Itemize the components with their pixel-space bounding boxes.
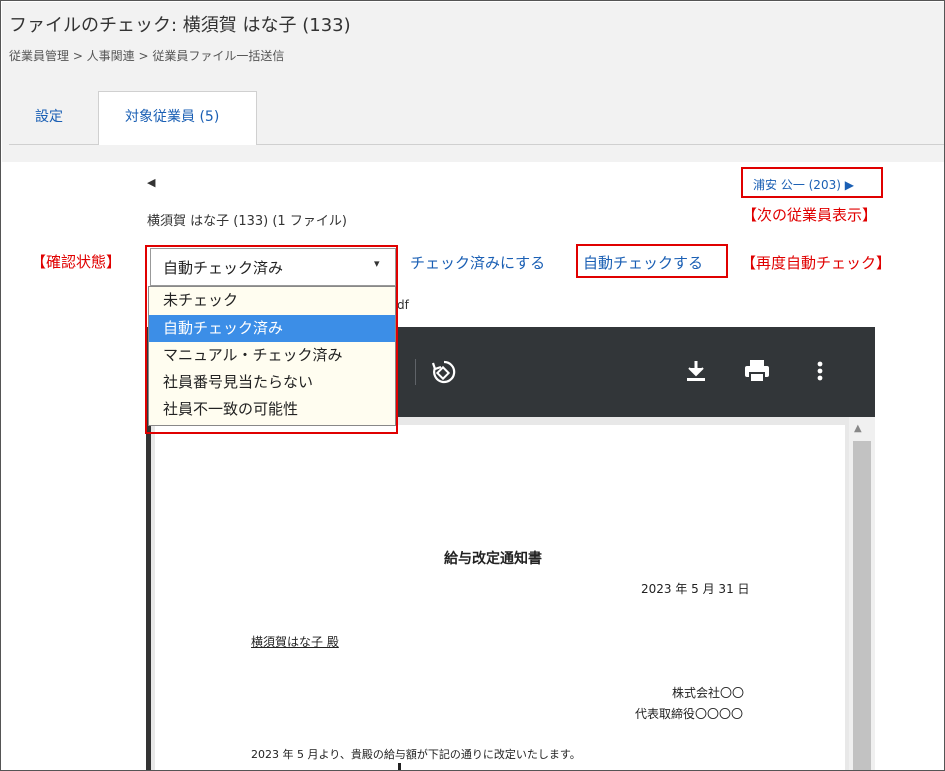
document-body: 2023 年 5 月より、貴殿の給与額が下記の通りに改定いたします。 — [251, 748, 581, 761]
print-icon[interactable] — [742, 357, 772, 385]
download-icon[interactable] — [682, 357, 710, 385]
auto-check-button[interactable]: 自動チェックする — [583, 252, 703, 273]
document-date: 2023 年 5 月 31 日 — [641, 582, 750, 596]
mark-checked-button[interactable]: チェック済みにする — [410, 252, 545, 273]
tab-settings[interactable]: 設定 — [35, 106, 63, 126]
employee-info: 横須賀 はな子 (133) (1 ファイル) — [147, 214, 347, 229]
tab-divider — [257, 144, 944, 145]
scrollbar-thumb[interactable] — [853, 441, 871, 770]
annotation-status: 【確認状態】 — [31, 253, 122, 271]
annotation-next-employee: 【次の従業員表示】 — [742, 206, 878, 224]
toolbar-divider — [415, 359, 416, 385]
prev-employee-button[interactable]: ◀ — [147, 176, 155, 189]
document-company: 株式会社〇〇 — [672, 686, 745, 700]
pdf-left-border — [146, 417, 151, 770]
text-cursor — [398, 763, 401, 770]
more-icon[interactable] — [812, 357, 828, 385]
tab-target-employees-label[interactable]: 対象従業員 (5) — [125, 106, 219, 126]
app-frame: ファイルのチェック: 横須賀 はな子 (133) 従業員管理 > 人事関連 > … — [0, 0, 945, 771]
document-title: 給与改定通知書 — [444, 551, 542, 567]
page-title: ファイルのチェック: 横須賀 はな子 (133) — [9, 15, 351, 36]
document-signer: 代表取締役〇〇〇〇 — [635, 707, 744, 721]
next-employee-link[interactable]: 浦安 公一 (203) ▶ — [753, 176, 854, 193]
tab-divider — [9, 144, 98, 145]
breadcrumb[interactable]: 従業員管理 > 人事関連 > 従業員ファイル一括送信 — [9, 47, 284, 64]
annotation-recheck: 【再度自動チェック】 — [741, 254, 892, 272]
file-name[interactable]: df — [397, 298, 409, 312]
rotate-icon[interactable] — [429, 357, 459, 387]
annotation-box-status — [145, 245, 398, 434]
scroll-up-icon[interactable]: ▲ — [854, 423, 862, 434]
document-addressee: 横須賀はな子 殿 — [251, 635, 339, 649]
